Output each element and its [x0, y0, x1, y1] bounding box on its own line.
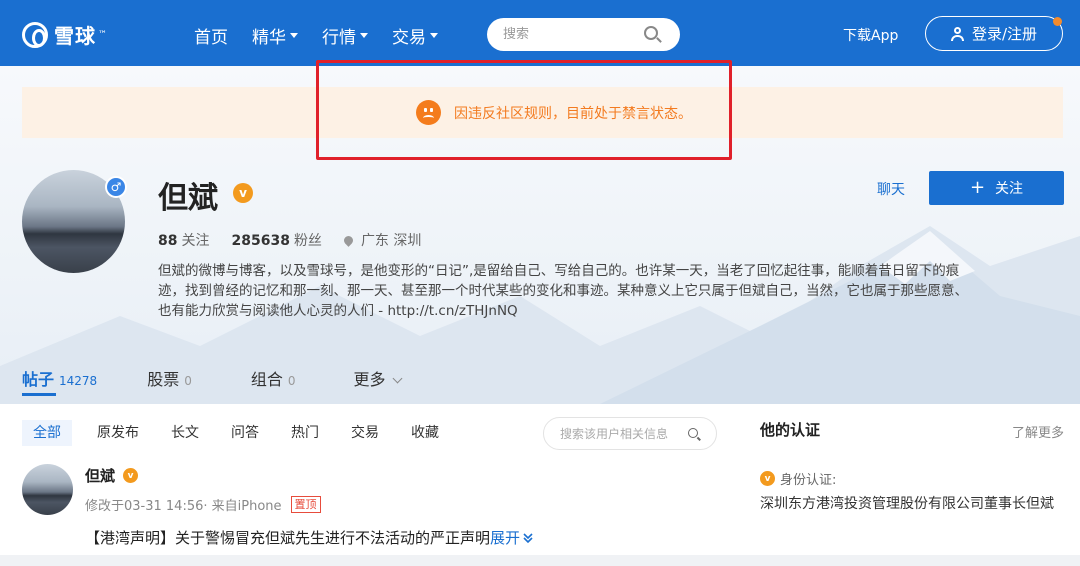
tab-more[interactable]: 更多: [353, 366, 402, 390]
nav-item-home[interactable]: 首页: [194, 23, 228, 48]
logo-mark-icon: [22, 21, 48, 48]
tab-label: 帖子: [22, 370, 55, 389]
tab-posts[interactable]: 帖子 14278: [22, 366, 97, 390]
highlight-frame: [316, 60, 732, 160]
global-search: [487, 18, 680, 51]
search-icon[interactable]: [644, 26, 658, 40]
following-label: 关注: [181, 233, 210, 249]
pinned-badge: 置顶: [290, 496, 321, 513]
tab-stocks[interactable]: 股票 0: [147, 366, 192, 390]
nav-label: 交易: [392, 28, 426, 48]
profile-bio: 但斌的微博与博客，以及雪球号，是他变形的“日记”,是留给自己、写给自己的。也许某…: [158, 263, 968, 319]
caret-down-icon: [430, 33, 438, 38]
search-icon[interactable]: [688, 428, 698, 438]
user-search-input[interactable]: [544, 418, 684, 449]
post-title: 【港湾声明】关于警惕冒充但斌先生进行不法活动的严正声明展开: [85, 527, 534, 548]
tab-count: 0: [287, 374, 296, 388]
post-author-avatar[interactable]: [22, 464, 73, 515]
caret-down-icon: [290, 33, 298, 38]
main-nav: 首页 精华 行情 交易: [194, 23, 462, 48]
post-meta: 修改于03-31 14:56· 来自iPhone 置顶: [85, 495, 321, 514]
filter-long-article[interactable]: 长文: [171, 420, 199, 446]
followers-stat[interactable]: 285638 粉丝: [231, 230, 321, 250]
followers-label: 粉丝: [293, 233, 322, 249]
learn-more-link[interactable]: 了解更多: [1012, 422, 1064, 441]
tab-count: 14278: [59, 374, 98, 388]
tab-label: 组合: [250, 370, 283, 389]
chevron-down-icon: [392, 373, 402, 384]
user-icon: [950, 26, 964, 41]
identity-cert-label: v 身份认证:: [760, 469, 836, 488]
profile-name: 但斌: [158, 181, 218, 216]
active-tab-indicator: [22, 393, 56, 396]
profile-location: 广东 深圳: [360, 233, 422, 249]
search-input[interactable]: [487, 18, 627, 51]
top-nav-bar: 雪球 ™ 首页 精华 行情 交易 下载App 登录/注册: [0, 0, 1080, 66]
double-chevron-down-icon[interactable]: [520, 529, 534, 547]
chat-link[interactable]: 聊天: [877, 179, 905, 199]
filter-qa[interactable]: 问答: [231, 420, 259, 446]
verified-badge-icon: v: [760, 471, 775, 486]
expand-link[interactable]: 展开: [490, 529, 520, 547]
following-stat[interactable]: 88 关注: [158, 230, 209, 250]
follow-button[interactable]: + 关注: [929, 171, 1064, 205]
certification-title: 他的认证: [760, 421, 821, 439]
filter-original[interactable]: 原发布: [97, 420, 139, 446]
followers-count: 285638: [231, 233, 290, 249]
male-gender-icon: ♂: [105, 176, 127, 198]
verified-badge-icon: v: [123, 468, 138, 483]
follow-label: 关注: [995, 181, 1024, 197]
plus-icon: +: [969, 177, 986, 198]
nav-item-market[interactable]: 行情: [322, 23, 368, 48]
tab-count: 0: [184, 374, 192, 388]
tab-label: 更多: [353, 370, 386, 389]
filter-trade[interactable]: 交易: [351, 420, 379, 446]
user-content-search: [543, 417, 717, 450]
filter-hot[interactable]: 热门: [291, 420, 319, 446]
profile-stats: 88 关注 285638 粉丝 广东 深圳: [158, 230, 421, 250]
download-app-link[interactable]: 下载App: [843, 25, 898, 45]
cert-description: 深圳东方港湾投资管理股份有限公司董事长但斌: [760, 496, 1054, 512]
location-pin-icon: [342, 233, 355, 247]
tab-portfolios[interactable]: 组合 0: [251, 366, 296, 390]
nav-item-trade[interactable]: 交易: [392, 23, 438, 48]
verified-badge-icon[interactable]: v: [233, 183, 253, 203]
xueqiu-logo[interactable]: 雪球 ™: [22, 20, 107, 49]
logo-text: 雪球: [54, 24, 96, 48]
cert-label-text: 身份认证:: [780, 473, 837, 488]
post-filters: 全部 原发布 长文 问答 热门 交易 收藏: [22, 420, 471, 446]
post-title-text[interactable]: 【港湾声明】关于警惕冒充但斌先生进行不法活动的严正声明: [85, 529, 490, 547]
notification-dot: [1053, 17, 1062, 26]
logo-trademark: ™: [98, 29, 107, 40]
following-count: 88: [158, 233, 178, 249]
post-timestamp[interactable]: 修改于03-31 14:56· 来自iPhone: [85, 495, 282, 514]
login-label: 登录/注册: [971, 25, 1038, 43]
nav-label: 精华: [252, 28, 286, 48]
filter-favorites[interactable]: 收藏: [411, 420, 439, 446]
tab-label: 股票: [147, 370, 180, 389]
nav-label: 首页: [194, 28, 228, 48]
login-register-button[interactable]: 登录/注册: [925, 16, 1063, 51]
caret-down-icon: [360, 33, 368, 38]
profile-tabs: 帖子 14278 股票 0 组合 0 更多: [22, 366, 402, 390]
filter-all[interactable]: 全部: [22, 420, 72, 446]
nav-item-featured[interactable]: 精华: [252, 23, 298, 48]
nav-label: 行情: [322, 28, 356, 48]
page-bottom-divider: [0, 555, 1080, 566]
post-author-name[interactable]: 但斌: [85, 465, 115, 486]
